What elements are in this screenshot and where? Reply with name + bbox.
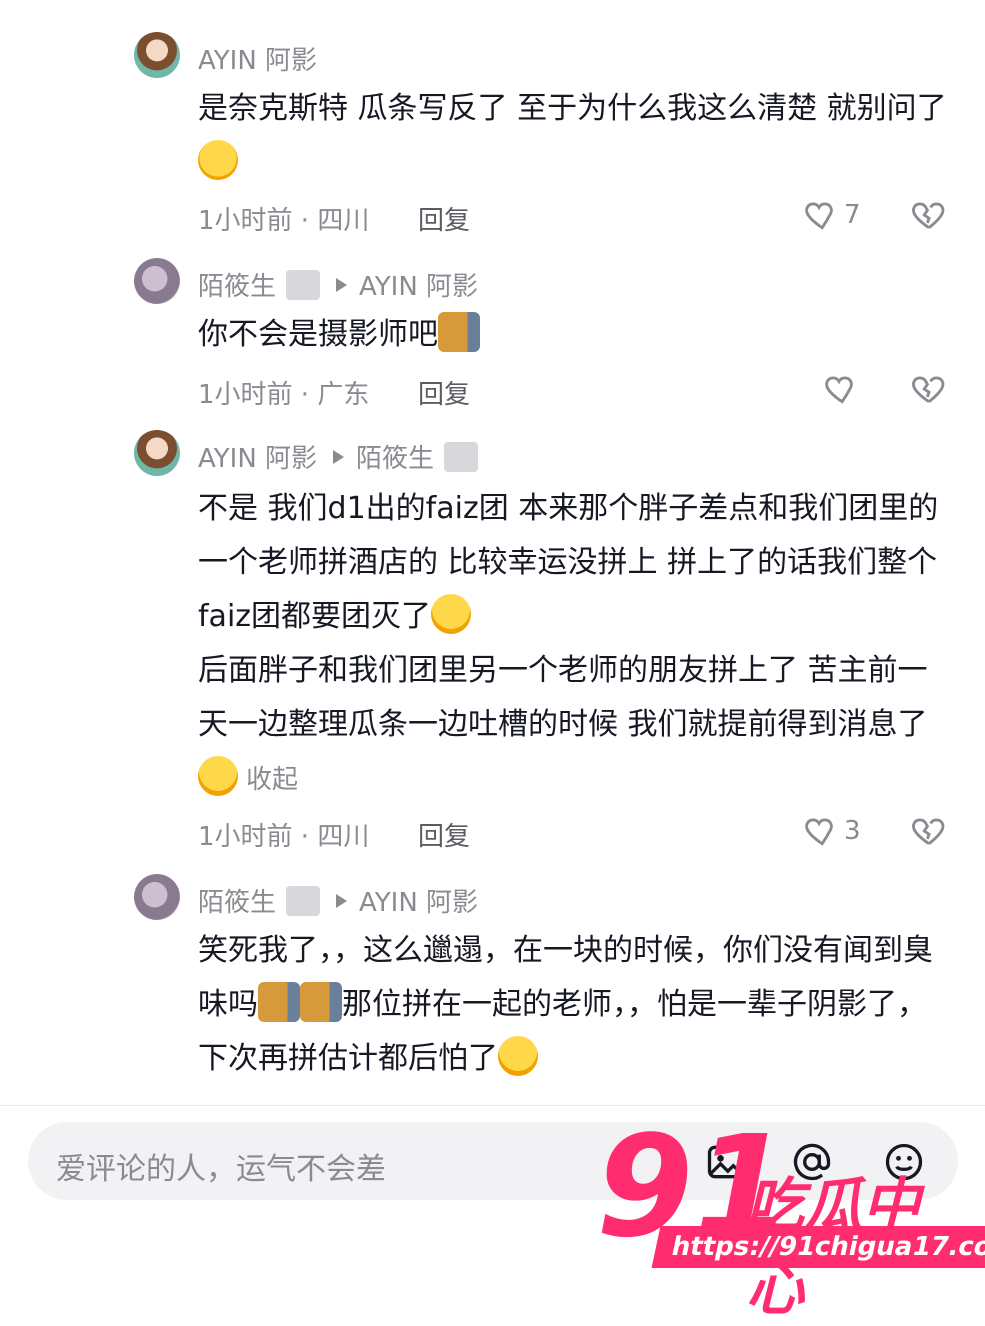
like-count: 7 [844, 200, 861, 230]
like-button[interactable] [820, 370, 858, 408]
heart-icon [805, 818, 833, 846]
blurred-badge [286, 269, 321, 300]
comment-author[interactable]: AYIN 阿影 陌筱生 [198, 438, 479, 475]
comment-input-bar: 爱评论的人，运气不会差 [0, 1105, 985, 1281]
comment-author[interactable]: AYIN 阿影 [198, 40, 317, 77]
comment-author[interactable]: 陌筱生 AYIN 阿影 [198, 266, 478, 303]
emoji-icon[interactable] [882, 1140, 926, 1184]
comment-text: 不是 我们d1出的faiz团 本来那个胖子差点和我们团里的一个老师拼酒店的 比较… [198, 482, 948, 807]
mention-icon[interactable] [790, 1140, 834, 1184]
comment-body: 你不会是摄影师吧 [198, 317, 438, 352]
comment-meta: 1小时前 · 四川 [198, 206, 370, 236]
author-name[interactable]: AYIN 阿影 [198, 40, 317, 77]
avatar[interactable] [134, 430, 180, 476]
reply-button[interactable]: 回复 [418, 816, 470, 853]
image-icon[interactable] [704, 1140, 748, 1184]
dislike-button[interactable] [910, 196, 948, 238]
like-count: 3 [844, 816, 861, 846]
heart-icon [805, 202, 833, 230]
comment-body-part1: 不是 我们d1出的faiz团 本来那个胖子差点和我们团里的一个老师拼酒店的 比较… [198, 491, 939, 634]
reply-to-name[interactable]: AYIN 阿影 [359, 266, 478, 303]
blurred-badge [286, 885, 321, 916]
comment-author[interactable]: 陌筱生 AYIN 阿影 [198, 882, 478, 919]
collapse-button[interactable]: 收起 [246, 765, 298, 795]
reply-arrow-icon [336, 893, 348, 908]
comment-body-part2: 后面胖子和我们团里另一个老师的朋友拼上了 苦主前一天一边整理瓜条一边吐槽的时候 … [198, 653, 928, 742]
broken-heart-icon [912, 202, 945, 229]
bear-wall-emoji-icon [300, 982, 342, 1022]
comment-body: 是奈克斯特 瓜条写反了 至于为什么我这么清楚 就别问了 [198, 91, 947, 126]
reply-arrow-icon [333, 449, 345, 464]
comment-input[interactable]: 爱评论的人，运气不会差 [28, 1122, 958, 1200]
avatar[interactable] [134, 874, 180, 920]
blurred-badge [444, 441, 479, 472]
avatar[interactable] [134, 258, 180, 304]
laughing-crying-emoji-icon [431, 594, 472, 634]
comment-text: 你不会是摄影师吧 [198, 308, 948, 362]
comment-input-placeholder: 爱评论的人，运气不会差 [56, 1152, 386, 1187]
laughing-crying-emoji-icon [198, 756, 238, 796]
comment-text: 笑死我了，，这么邋遢，在一块的时候，你们没有闻到臭味吗 那位拼在一起的老师，，怕是… [198, 924, 948, 1086]
like-button[interactable]: 7 [800, 196, 861, 234]
author-name[interactable]: 陌筱生 [198, 882, 276, 919]
comment-meta: 1小时前 · 广东 [198, 380, 370, 410]
reply-to-name[interactable]: 陌筱生 [356, 438, 434, 475]
laughing-crying-emoji-icon [498, 1036, 538, 1076]
bear-wall-emoji-icon [438, 312, 480, 352]
avatar[interactable] [134, 32, 180, 78]
reply-arrow-icon [336, 277, 348, 292]
comment-text: 是奈克斯特 瓜条写反了 至于为什么我这么清楚 就别问了 [198, 82, 948, 190]
comment-meta: 1小时前 · 四川 [198, 822, 370, 852]
bear-wall-emoji-icon [258, 982, 300, 1022]
reply-button[interactable]: 回复 [418, 200, 470, 237]
dislike-button[interactable] [910, 370, 948, 412]
dislike-button[interactable] [910, 812, 948, 854]
author-name[interactable]: 陌筱生 [198, 266, 276, 303]
broken-heart-icon [912, 818, 945, 845]
heart-icon [825, 376, 853, 404]
reply-to-name[interactable]: AYIN 阿影 [359, 882, 478, 919]
author-name[interactable]: AYIN 阿影 [198, 438, 317, 475]
reply-button[interactable]: 回复 [418, 374, 470, 411]
like-button[interactable]: 3 [800, 812, 861, 850]
broken-heart-icon [912, 376, 945, 403]
crying-emoji-icon [198, 140, 238, 180]
